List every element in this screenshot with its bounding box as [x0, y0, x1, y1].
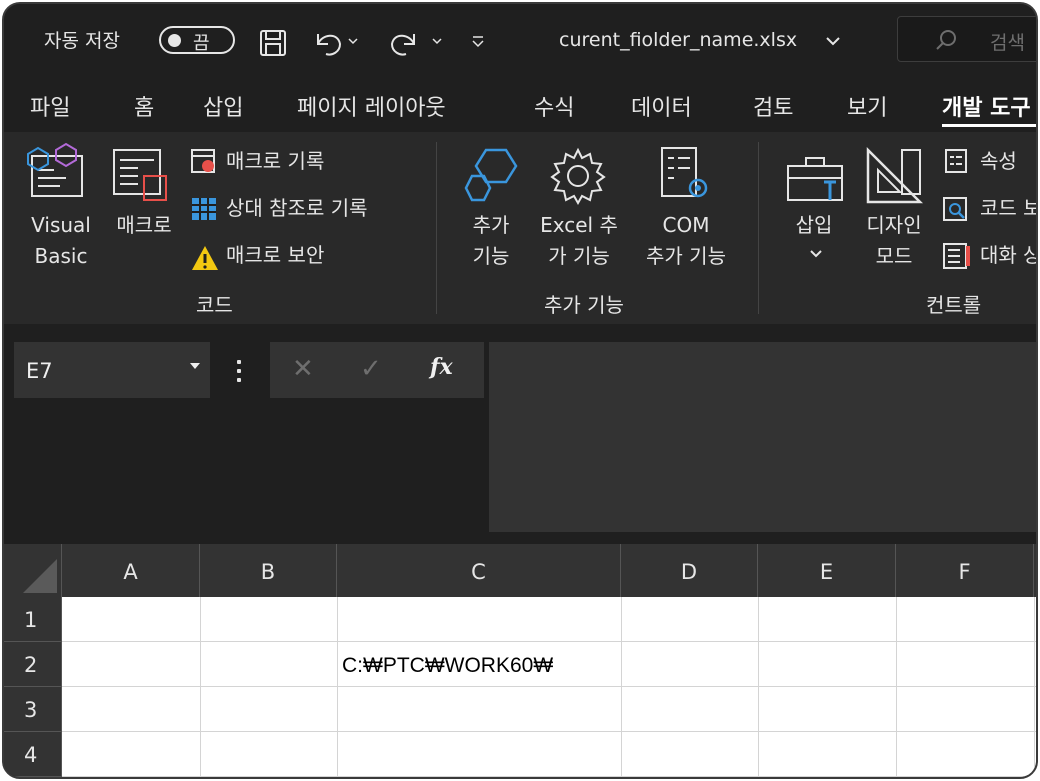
tab-formulas[interactable]: 수식 [534, 90, 574, 122]
properties-label: 속성 [980, 149, 1017, 173]
design-mode-label-2: 모드 [875, 244, 913, 268]
visual-basic-icon [27, 142, 83, 197]
file-name[interactable]: curent_fiolder_name.xlsx [559, 29, 797, 51]
tab-review[interactable]: 검토 [753, 90, 793, 122]
formula-input[interactable] [489, 342, 1036, 532]
gear-icon [550, 147, 606, 206]
save-icon[interactable] [259, 29, 289, 57]
enter-icon[interactable]: ✓ [360, 354, 382, 384]
cancel-icon[interactable]: ✕ [292, 354, 314, 384]
ribbon: Visual Basic 매크로 매크로 기록 상대 참조로 기록 매크로 보안… [4, 132, 1036, 324]
cell-area[interactable]: C:₩PTC₩WORK60₩ [62, 597, 1036, 777]
select-all-button[interactable] [4, 544, 62, 597]
ribbon-tabs: 파일 홈 삽입 페이지 레이아웃 수식 데이터 검토 보기 개발 도구 [4, 80, 1036, 132]
tab-home[interactable]: 홈 [134, 90, 154, 122]
name-box-dropdown-icon[interactable] [190, 363, 200, 369]
title-bar: 자동 저장 끔 curent_fiolder_name.xlsx 검색 [4, 4, 1036, 80]
search-placeholder: 검색 [990, 32, 1025, 54]
tab-developer[interactable]: 개발 도구 [942, 90, 1031, 122]
visual-basic-label-1: Visual [31, 213, 91, 237]
search-icon [936, 30, 956, 50]
worksheet-grid: A B C D E F 1 2 3 4 C:₩PTC₩WORK60₩ [4, 544, 1036, 777]
toolbox-icon [787, 157, 843, 201]
undo-dropdown-icon[interactable] [348, 38, 358, 46]
active-tab-indicator [942, 124, 1036, 127]
file-name-chevron-icon[interactable] [825, 36, 841, 46]
column-header-d[interactable]: D [621, 544, 758, 597]
autosave-state: 끔 [193, 33, 210, 54]
row-header-3[interactable]: 3 [4, 687, 62, 732]
column-header-e[interactable]: E [758, 544, 896, 597]
run-dialog-label: 대화 상자 실행 [980, 243, 1036, 267]
name-box[interactable]: E7 [14, 342, 210, 398]
redo-dropdown-icon[interactable] [432, 38, 442, 46]
warning-icon [192, 246, 218, 270]
tab-insert[interactable]: 삽입 [203, 90, 243, 122]
row-header-2[interactable]: 2 [4, 642, 62, 687]
macro-security-label: 매크로 보안 [226, 243, 325, 267]
relative-reference-icon [192, 198, 216, 220]
design-mode-label-1: 디자인 [866, 213, 922, 237]
insert-control-label: 삽입 [795, 213, 833, 237]
tab-data[interactable]: 데이터 [631, 90, 692, 122]
design-mode-icon [866, 146, 924, 204]
tab-file[interactable]: 파일 [30, 90, 70, 122]
record-macro-icon [191, 149, 215, 173]
group-separator [758, 142, 759, 314]
column-header-f[interactable]: F [896, 544, 1034, 597]
group-label-controls: 컨트롤 [926, 293, 982, 317]
relative-reference-label: 상대 참조로 기록 [226, 196, 368, 220]
cell-c2[interactable]: C:₩PTC₩WORK60₩ [342, 654, 553, 678]
macros-icon [113, 149, 167, 201]
macros-label: 매크로 [116, 213, 172, 237]
customize-qat-icon[interactable] [472, 36, 484, 48]
excel-addins-label-1: Excel 추 [540, 213, 618, 237]
com-addins-icon [661, 147, 708, 198]
addins-icon [464, 148, 518, 202]
tab-page-layout[interactable]: 페이지 레이아웃 [297, 90, 446, 122]
addins-label-1: 추가 [472, 213, 510, 237]
autosave-toggle[interactable]: 끔 [159, 26, 235, 54]
name-box-value: E7 [26, 359, 53, 383]
search-box[interactable]: 검색 [897, 16, 1036, 62]
run-dialog-icon [943, 243, 970, 269]
group-label-code: 코드 [196, 293, 233, 317]
com-addins-label-2: 추가 기능 [646, 244, 726, 268]
addins-label-2: 기능 [472, 244, 510, 268]
undo-icon[interactable] [312, 28, 344, 58]
autosave-label: 자동 저장 [44, 30, 120, 52]
file-name-text: curent_fiolder_name.xlsx [559, 29, 798, 51]
record-macro-label: 매크로 기록 [226, 149, 325, 173]
formula-buttons: ✕ ✓ fx [270, 342, 484, 398]
excel-window: 자동 저장 끔 curent_fiolder_name.xlsx 검색 파일 홈… [2, 2, 1038, 779]
vertical-dots-icon[interactable] [237, 360, 241, 382]
group-label-addins: 추가 기능 [544, 293, 624, 317]
redo-icon[interactable] [388, 28, 420, 58]
view-code-icon [943, 197, 967, 221]
insert-function-icon[interactable]: fx [430, 354, 453, 380]
column-header-a[interactable]: A [62, 544, 200, 597]
group-separator [436, 142, 437, 314]
view-code-label: 코드 보기 [980, 196, 1036, 220]
row-header-4[interactable]: 4 [4, 732, 62, 777]
visual-basic-label-2: Basic [34, 244, 88, 268]
formula-bar-area: E7 ✕ ✓ fx [4, 324, 1036, 544]
tab-view[interactable]: 보기 [847, 90, 887, 122]
com-addins-label-1: COM [662, 213, 710, 237]
column-headers: A B C D E F [4, 544, 1036, 597]
row-header-1[interactable]: 1 [4, 597, 62, 642]
properties-icon [945, 149, 967, 173]
chevron-down-icon [810, 250, 822, 258]
excel-addins-label-2: 가 기능 [548, 244, 610, 268]
toggle-knob [168, 34, 181, 47]
column-header-c[interactable]: C [337, 544, 621, 597]
column-header-b[interactable]: B [200, 544, 337, 597]
